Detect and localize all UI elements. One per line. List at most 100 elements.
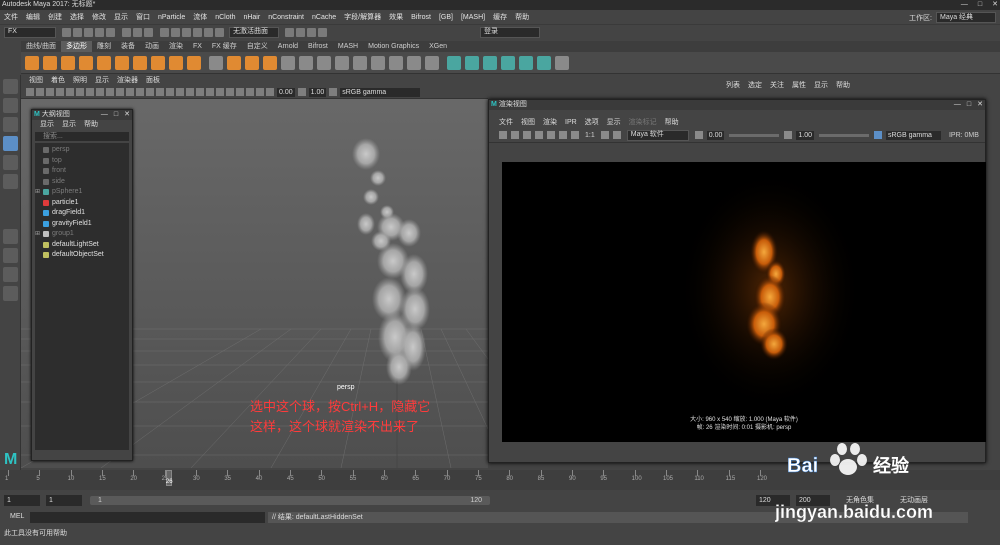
shelf-tab-fx[interactable]: FX (188, 41, 207, 52)
outliner-item-defaultlightset[interactable]: defaultLightSet (35, 240, 129, 251)
viewport-menu-lighting[interactable]: 照明 (73, 75, 87, 86)
shelf-tab-bifrost[interactable]: Bifrost (303, 41, 333, 52)
spherical-uv-icon[interactable] (483, 55, 497, 70)
snap-grid-icon[interactable] (171, 27, 180, 37)
live-surface-field[interactable]: 无激活曲面 (229, 26, 279, 38)
color-management-icon[interactable] (873, 131, 882, 139)
shelf-tab-fx-caching[interactable]: FX 缓存 (207, 41, 242, 52)
smooth-shade-icon[interactable] (136, 88, 144, 96)
exposure-icon[interactable] (266, 88, 274, 96)
menu-nconstraint[interactable]: nConstraint (264, 10, 308, 25)
render-current-icon[interactable] (285, 27, 294, 37)
expand-toggle-icon[interactable]: ⊞ (35, 187, 43, 198)
merge-icon[interactable] (389, 55, 403, 70)
undo-icon[interactable] (95, 27, 104, 37)
target-weld-icon[interactable] (371, 55, 385, 70)
select-hierarchy-icon[interactable] (122, 27, 131, 37)
outliner-menu-display[interactable]: 显示 (40, 120, 54, 130)
exposure-slider[interactable] (729, 133, 780, 137)
shelf-tab-sculpting[interactable]: 雕刻 (92, 41, 116, 52)
close-button[interactable]: ✕ (992, 0, 998, 10)
extrude-icon[interactable] (299, 55, 313, 70)
menu-nparticle[interactable]: nParticle (154, 10, 189, 25)
render-gamma-field[interactable]: 1.00 (796, 130, 814, 140)
viewport-menu-panels[interactable]: 面板 (146, 75, 160, 86)
safe-action-icon[interactable] (116, 88, 124, 96)
field-chart-icon[interactable] (106, 88, 114, 96)
anti-aliasing-icon[interactable] (206, 88, 214, 96)
image-plane-icon[interactable] (56, 88, 64, 96)
separate-icon[interactable] (227, 55, 241, 70)
render-menu-render[interactable]: 渲染 (543, 118, 557, 128)
film-gate-icon[interactable] (76, 88, 84, 96)
mask-icon[interactable] (160, 27, 169, 37)
scene-start-field[interactable]: 1 (4, 495, 40, 506)
outliner-minimize-button[interactable]: — (101, 110, 108, 120)
channel-menu-help[interactable]: 帮助 (836, 80, 850, 90)
render-menu-view[interactable]: 视图 (521, 118, 535, 128)
save-scene-icon[interactable] (84, 27, 93, 37)
paint-select-tool-icon[interactable] (3, 117, 18, 132)
camera-select-icon[interactable] (26, 88, 34, 96)
planar-uv-icon[interactable] (447, 55, 461, 70)
booleans-icon[interactable] (281, 55, 295, 70)
minimize-button[interactable]: — (961, 0, 968, 10)
current-frame-marker[interactable]: 26 (165, 470, 173, 486)
ipr-render-icon[interactable] (296, 27, 305, 37)
viewport-gamma-field[interactable]: 1.00 (308, 87, 327, 97)
remove-image-icon[interactable] (612, 131, 621, 139)
shelf-tab-curves[interactable]: 曲线/曲面 (21, 41, 61, 52)
mirror-icon[interactable] (245, 55, 259, 70)
render-view-close-button[interactable]: ✕ (977, 100, 983, 110)
outliner-item-side[interactable]: side (35, 177, 129, 188)
viewport-exposure-field[interactable]: 0.00 (277, 87, 295, 97)
gamma-icon[interactable] (784, 131, 793, 139)
render-menu-help[interactable]: 帮助 (665, 118, 679, 128)
shelf-tab-xgen[interactable]: XGen (424, 41, 452, 52)
renderer-dropdown[interactable]: Maya 软件 (626, 129, 689, 141)
gamma-icon[interactable] (297, 88, 306, 96)
render-menu-options[interactable]: 选项 (585, 118, 599, 128)
snap-view-icon[interactable] (204, 27, 213, 37)
outliner-search-input[interactable]: 搜索... (35, 132, 129, 141)
textured-icon[interactable] (156, 88, 164, 96)
shelf-tab-motion-graphics[interactable]: Motion Graphics (363, 41, 424, 52)
camera-attributes-icon[interactable] (36, 88, 44, 96)
grid-icon[interactable] (66, 88, 74, 96)
menu-effects[interactable]: 效果 (385, 10, 407, 25)
shadows-icon[interactable] (176, 88, 184, 96)
outliner-item-front[interactable]: front (35, 166, 129, 177)
outliner-item-persp[interactable]: persp (35, 145, 129, 156)
poly-text-icon[interactable] (169, 55, 183, 70)
multi-cut-icon[interactable] (353, 55, 367, 70)
select-object-icon[interactable] (133, 27, 142, 37)
motion-blur-icon[interactable] (196, 88, 204, 96)
shelf-tab-rigging[interactable]: 装备 (116, 41, 140, 52)
outliner-close-button[interactable]: ✕ (124, 110, 130, 120)
snap-point-icon[interactable] (193, 27, 202, 37)
bevel-icon[interactable] (335, 55, 349, 70)
keep-image-icon[interactable] (600, 131, 609, 139)
real-size-button[interactable]: 1:1 (585, 132, 595, 139)
outliner-item-group1[interactable]: ⊞ group1 (35, 229, 129, 240)
shelf-tab-polygons[interactable]: 多边形 (60, 41, 92, 52)
isolate-select-icon[interactable] (226, 88, 234, 96)
display-alpha-icon[interactable] (571, 131, 579, 139)
xray-joints-icon[interactable] (256, 88, 264, 96)
gate-mask-icon[interactable] (96, 88, 104, 96)
outliner-maximize-button[interactable]: □ (114, 110, 118, 120)
redo-icon[interactable] (106, 27, 115, 37)
anim-start-field[interactable]: 1 (46, 495, 82, 506)
rendered-image[interactable]: 大小: 960 x 540 缩放: 1.000 (Maya 软件) 帧: 26 … (502, 162, 986, 442)
render-view-title-bar[interactable]: M 渲染视图 — □ ✕ (489, 100, 985, 110)
render-view-maximize-button[interactable]: □ (967, 100, 971, 110)
render-menu-file[interactable]: 文件 (499, 118, 513, 128)
outliner-menu-show[interactable]: 显示 (62, 120, 76, 130)
outliner-title-bar[interactable]: M 大纲视图 — □ ✕ (32, 110, 132, 120)
rotate-tool-icon[interactable] (3, 155, 18, 170)
sew-uv-icon[interactable] (555, 55, 569, 70)
fill-hole-icon[interactable] (407, 55, 421, 70)
poly-cone-icon[interactable] (79, 55, 93, 70)
menu-select[interactable]: 选择 (66, 10, 88, 25)
uv-layout-icon[interactable] (537, 55, 551, 70)
